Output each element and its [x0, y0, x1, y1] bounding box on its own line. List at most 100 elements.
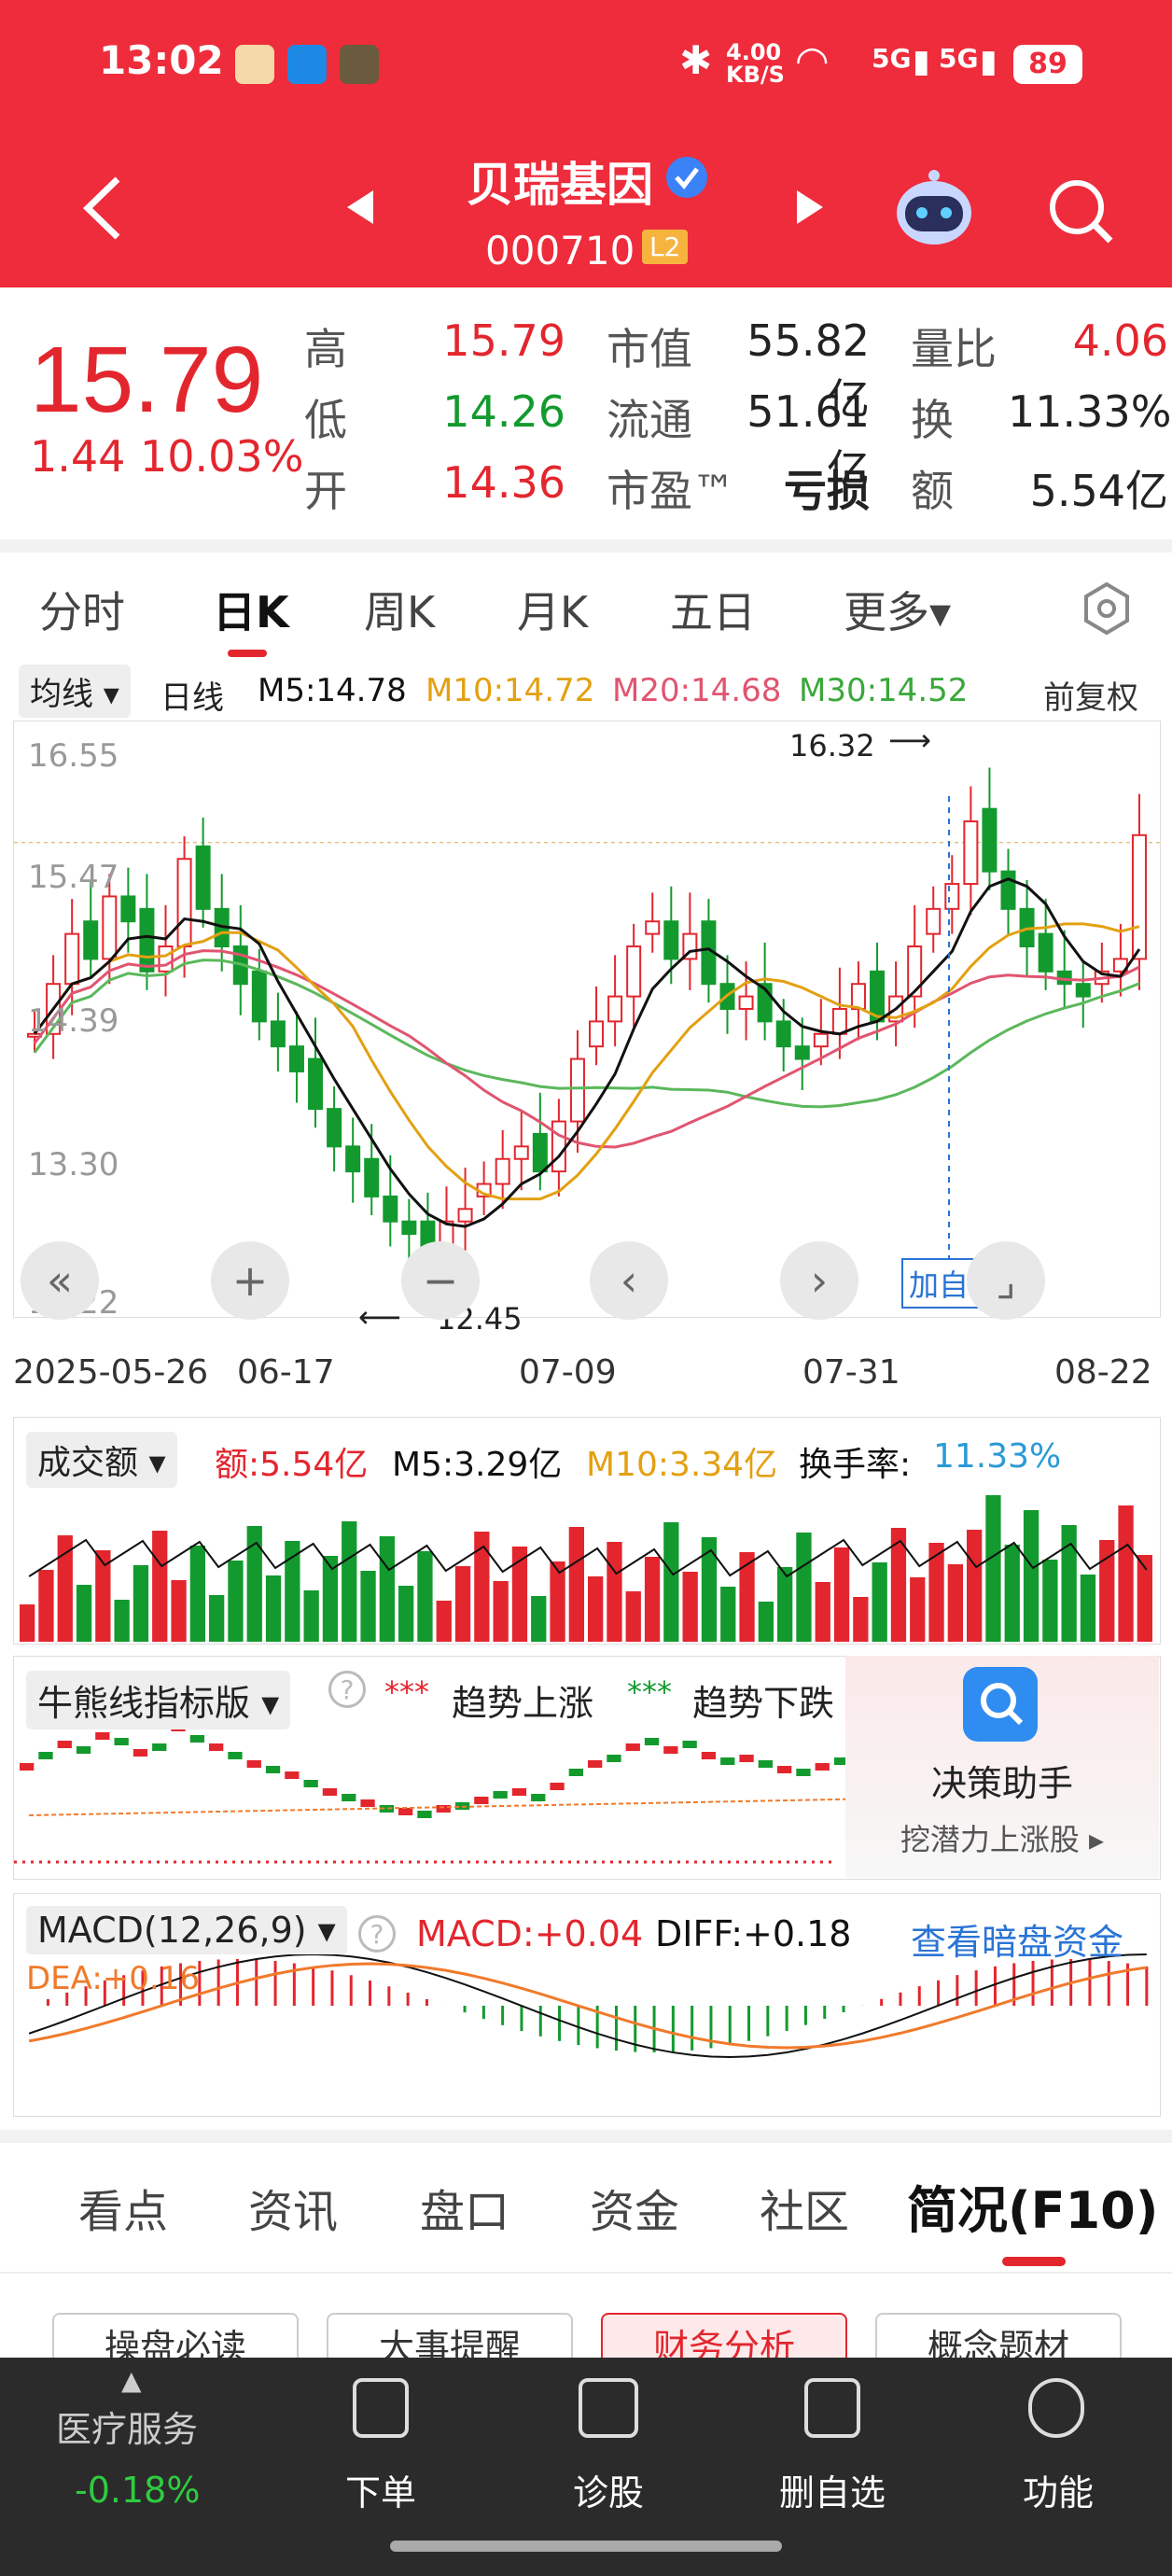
decision-assistant-subtitle[interactable]: 挖潜力上涨股 ▸: [845, 1816, 1159, 1859]
remove-watchlist-icon[interactable]: [804, 2378, 860, 2438]
functions-button[interactable]: 功能: [984, 2464, 1133, 2515]
functions-icon[interactable]: [1028, 2378, 1084, 2438]
settings-hexagon-icon[interactable]: [1079, 581, 1135, 637]
volume-bar-down: [228, 1561, 244, 1642]
volume-bar-down: [985, 1495, 1001, 1642]
tab-news[interactable]: 资讯: [248, 2175, 338, 2240]
pe-label: 市盈™: [607, 466, 735, 516]
bullbear-candle: [758, 1760, 773, 1768]
volume-bar-up: [644, 1557, 661, 1642]
active-tab-indicator: [228, 650, 267, 657]
kline-chart-area[interactable]: [13, 721, 1161, 1318]
expand-up-icon[interactable]: ▲: [121, 2365, 142, 2396]
status-time: 13:02: [99, 37, 224, 83]
sector-change: -0.18%: [75, 2470, 201, 2511]
high-value: 15.79: [442, 315, 565, 366]
zoom-in-button[interactable]: +: [211, 1241, 289, 1320]
zoom-out-button[interactable]: −: [401, 1241, 480, 1320]
tab-monthly-k[interactable]: 月K: [517, 579, 588, 640]
diff-value: DIFF:+0.18: [655, 1913, 852, 1954]
fullscreen-button[interactable]: ⌟: [967, 1241, 1045, 1320]
bullbear-candle: [531, 1794, 546, 1801]
stock-code: 000710: [485, 228, 635, 273]
volume-bar-up: [588, 1576, 604, 1642]
remove-watchlist-button[interactable]: 删自选: [758, 2464, 907, 2515]
candle-down: [383, 1195, 398, 1223]
tab-weekly-k[interactable]: 周K: [364, 579, 435, 640]
date-label: 07-31: [802, 1353, 900, 1392]
bullbear-candle: [342, 1794, 356, 1801]
high-annotation: 16.32: [789, 728, 875, 763]
candle-up: [102, 895, 118, 960]
diagnose-icon[interactable]: [579, 2378, 638, 2438]
candle-up: [645, 920, 661, 935]
tab-intraday[interactable]: 分时: [39, 579, 125, 640]
kline-chart[interactable]: [14, 721, 1160, 1317]
tab-more[interactable]: 更多▾: [844, 579, 951, 640]
candle-up: [457, 1208, 473, 1223]
y-label-top: 16.55: [28, 737, 119, 775]
bullbear-candle: [152, 1743, 167, 1751]
tab-daily-k[interactable]: 日K: [213, 579, 289, 640]
adjust-selector[interactable]: 前复权: [1043, 672, 1138, 718]
order-button[interactable]: 下单: [306, 2464, 455, 2515]
volume-bar-up: [625, 1591, 641, 1642]
bullbear-candle: [474, 1797, 489, 1804]
high-label: 高: [304, 324, 347, 374]
candle-up: [944, 883, 960, 910]
volume-bar-down: [114, 1600, 130, 1642]
candle-up: [813, 1032, 829, 1048]
tab-capital[interactable]: 资金: [590, 2175, 679, 2240]
uptrend-legend: 趋势上涨: [452, 1683, 594, 1724]
candle-up: [626, 945, 642, 998]
candle-down: [345, 1145, 361, 1173]
volume-selector[interactable]: 成交额 ▾: [26, 1432, 177, 1488]
bullbear-candle: [607, 1755, 621, 1762]
macd-selector[interactable]: MACD(12,26,9) ▾: [26, 1906, 347, 1954]
volume-bar-down: [531, 1596, 547, 1642]
scroll-left-fast-button[interactable]: «: [21, 1241, 99, 1320]
volume-bar-down: [758, 1602, 774, 1642]
sector-name[interactable]: 医疗服务: [56, 2401, 198, 2452]
volume-bar-down: [1061, 1525, 1077, 1642]
signal-5g-label: 5G: [872, 43, 912, 74]
volume-bar-down: [1080, 1575, 1096, 1642]
level2-badge: L2: [642, 230, 689, 264]
volume-bar-down: [398, 1586, 414, 1642]
scroll-left-button[interactable]: ‹: [590, 1241, 668, 1320]
bullbear-candle: [114, 1738, 129, 1745]
volume-bar-up: [967, 1530, 983, 1642]
order-icon[interactable]: [353, 2378, 409, 2438]
top-header: 13:02 ✱ 4.00 KB/S ◠ 5G ▮ 5G ▮ 89 贝瑞基因 00…: [0, 0, 1172, 287]
tab-f10-profile[interactable]: 简况(F10): [907, 2169, 1158, 2243]
date-label: 2025-05-26: [13, 1353, 209, 1392]
bullbear-candle: [417, 1811, 432, 1818]
y-label: 15.47: [28, 859, 119, 896]
bullbear-candle: [398, 1808, 413, 1815]
signal-icon: ▮: [980, 43, 998, 80]
diagnose-button[interactable]: 诊股: [534, 2464, 683, 2515]
ma-selector[interactable]: 均线 ▾: [19, 665, 131, 718]
view-dark-pool-link[interactable]: 查看暗盘资金: [911, 1913, 1123, 1965]
help-icon[interactable]: ?: [328, 1671, 366, 1708]
bullbear-candle: [246, 1760, 261, 1768]
robot-assistant-icon[interactable]: [892, 166, 976, 250]
next-stock-icon[interactable]: [793, 187, 827, 228]
candle-down: [1038, 932, 1053, 973]
search-icon[interactable]: [1045, 175, 1116, 246]
tab-community[interactable]: 社区: [760, 2175, 849, 2240]
ma10-line: [33, 922, 1140, 1201]
bullbear-candle: [796, 1769, 811, 1776]
volume-bar-up: [493, 1581, 509, 1642]
help-icon[interactable]: ?: [358, 1915, 396, 1953]
candle-down: [364, 1157, 380, 1197]
tab-highlights[interactable]: 看点: [78, 2175, 168, 2240]
tab-order-book[interactable]: 盘口: [420, 2175, 509, 2240]
divider: [0, 539, 1172, 553]
bullbear-candle: [228, 1752, 243, 1759]
scroll-right-button[interactable]: ›: [780, 1241, 858, 1320]
bullbear-selector[interactable]: 牛熊线指标版 ▾: [26, 1671, 291, 1729]
bullbear-candle: [588, 1760, 603, 1768]
bullbear-candle: [682, 1741, 697, 1748]
tab-five-day[interactable]: 五日: [670, 579, 756, 640]
